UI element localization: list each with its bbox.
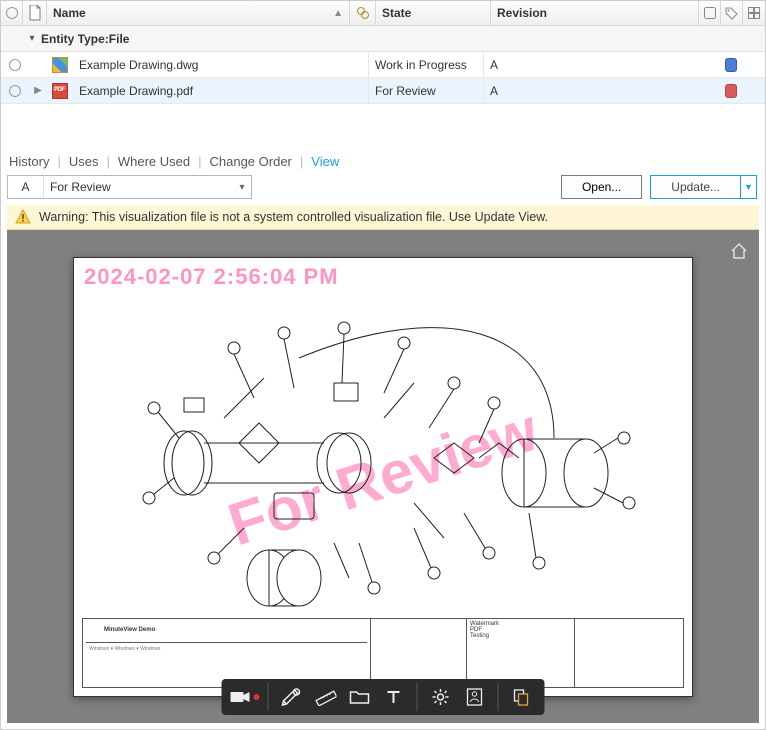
grid-column-icon[interactable]	[743, 1, 765, 25]
folder-button[interactable]	[343, 683, 377, 711]
tab-change-order[interactable]: Change Order	[210, 154, 292, 169]
drawing-viewer: Warning: This visualization file is not …	[7, 205, 759, 723]
file-type-icon	[47, 52, 73, 77]
revision-select[interactable]: A For Review ▾	[7, 175, 252, 199]
text-button[interactable]	[377, 683, 411, 711]
tab-view[interactable]: View	[311, 154, 339, 169]
revision-toolbar: A For Review ▾ Open... Update... ▼	[1, 175, 765, 205]
file-state: For Review	[369, 78, 484, 103]
detail-tabs: History| Uses| Where Used| Change Order|…	[1, 152, 765, 175]
table-row[interactable]: ▶ Example Drawing.pdf For Review A	[1, 78, 765, 104]
col-header-name[interactable]: Name ▲	[47, 1, 350, 25]
drawing-content	[84, 288, 684, 618]
col-header-state-label: State	[382, 6, 411, 20]
link-icon-header	[350, 1, 376, 25]
revision-state: For Review	[44, 180, 233, 194]
col-header-name-label: Name	[53, 6, 86, 20]
viewer-toolbar	[222, 679, 545, 715]
row-radio[interactable]	[1, 52, 29, 77]
settings-button[interactable]	[424, 683, 458, 711]
file-table-header: Name ▲ State Revision	[1, 1, 765, 26]
file-type-icon	[47, 78, 73, 103]
viewer-canvas[interactable]: 2024-02-07 2:56:04 PM For Review	[7, 230, 759, 723]
warning-text: Warning: This visualization file is not …	[39, 210, 548, 224]
file-icon-header	[23, 1, 47, 25]
timestamp-overlay: 2024-02-07 2:56:04 PM	[84, 264, 339, 290]
dwg-icon	[52, 57, 68, 73]
tab-history[interactable]: History	[9, 154, 49, 169]
tab-where-used[interactable]: Where Used	[118, 154, 190, 169]
home-button[interactable]	[729, 241, 749, 261]
properties-button[interactable]	[458, 683, 492, 711]
tag-column-icon[interactable]	[721, 1, 743, 25]
titleblock-title: MinuteView Demo	[86, 621, 367, 643]
select-all-radio[interactable]	[1, 1, 23, 25]
pdf-icon	[52, 83, 68, 99]
chevron-down-icon: ▾	[233, 182, 251, 193]
group-row-entity-type[interactable]: ▾ Entity Type:File	[1, 26, 765, 52]
row-expand[interactable]	[29, 52, 47, 77]
col-header-state[interactable]: State	[376, 1, 491, 25]
group-label: Entity Type:File	[41, 32, 129, 46]
open-button[interactable]: Open...	[561, 175, 642, 199]
warning-icon	[15, 209, 31, 225]
tab-uses[interactable]: Uses	[69, 154, 99, 169]
warning-bar: Warning: This visualization file is not …	[7, 205, 759, 230]
table-row[interactable]: Example Drawing.dwg Work in Progress A	[1, 52, 765, 78]
col-header-revision[interactable]: Revision	[491, 1, 699, 25]
measure-button[interactable]	[309, 683, 343, 711]
drawing-page: 2024-02-07 2:56:04 PM For Review	[73, 257, 693, 697]
col-header-revision-label: Revision	[497, 6, 547, 20]
annotate-button[interactable]	[275, 683, 309, 711]
record-button[interactable]	[228, 683, 262, 711]
revision-code: A	[8, 176, 44, 198]
update-dropdown-arrow[interactable]: ▼	[741, 175, 757, 199]
titleblock-test: Testing	[470, 633, 571, 639]
row-radio[interactable]	[1, 78, 29, 103]
color-chip	[719, 52, 743, 77]
file-revision: A	[484, 78, 719, 103]
file-name: Example Drawing.pdf	[73, 78, 368, 103]
color-chip	[719, 78, 743, 103]
update-button[interactable]: Update...	[650, 175, 741, 199]
copy-button[interactable]	[505, 683, 539, 711]
update-button-split: Update... ▼	[650, 175, 757, 199]
checkbox-column-icon[interactable]	[699, 1, 721, 25]
chevron-down-icon: ▾	[23, 33, 41, 44]
row-expand[interactable]: ▶	[29, 78, 47, 103]
file-name: Example Drawing.dwg	[73, 52, 368, 77]
sort-asc-icon: ▲	[333, 8, 343, 19]
title-block: MinuteView Demo Windows ▾ Windows ▾ Wind…	[82, 618, 684, 688]
file-state: Work in Progress	[369, 52, 484, 77]
file-revision: A	[484, 52, 719, 77]
